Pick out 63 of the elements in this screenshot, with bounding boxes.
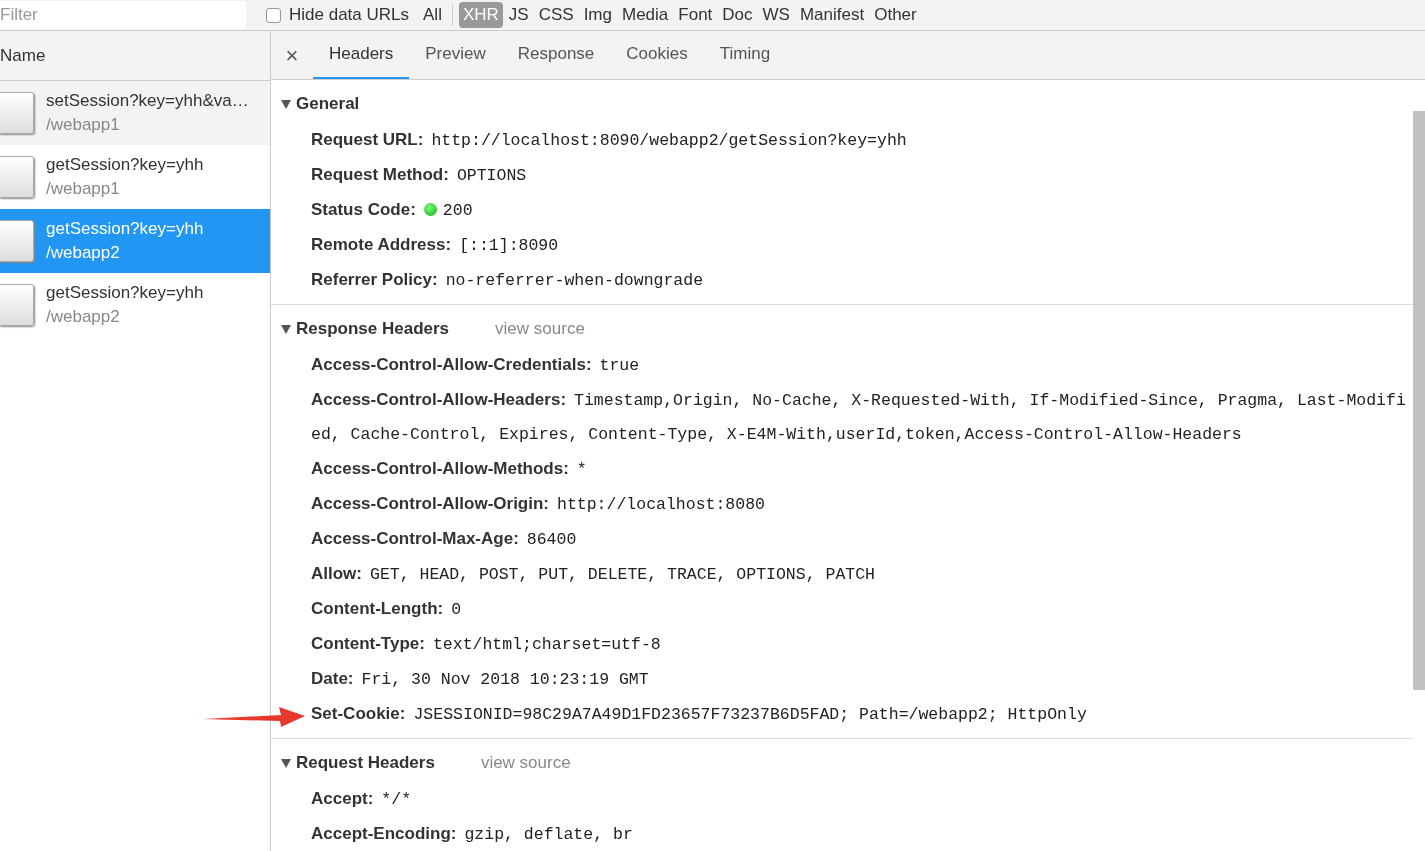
tab[interactable]: Cookies: [610, 31, 704, 79]
request-row[interactable]: setSession?key=yhh&va… /webapp1: [0, 81, 270, 145]
view-source-link[interactable]: view source: [495, 319, 585, 339]
header-line: Request Method: OPTIONS: [310, 164, 528, 187]
type-filter[interactable]: WS: [758, 2, 794, 28]
file-icon: [0, 156, 34, 198]
request-path: /webapp2: [46, 307, 121, 327]
header-line: Access-Control-Allow-Headers: Timestamp,Origin, No-Cache, X-Requested-With, If-Modified-Since, Pragma, Last-Modified, Cache-Control, Expires, Content-Type, X-E4M-With,userId,token,Access-Control-Allow-Headers: [310, 389, 1407, 446]
file-icon: [0, 220, 34, 262]
scrollbar[interactable]: [1413, 111, 1425, 690]
type-filter[interactable]: Other: [870, 2, 921, 28]
filter-field[interactable]: Filter: [0, 1, 246, 29]
triangle-icon[interactable]: [281, 324, 291, 334]
tab[interactable]: Response: [501, 31, 611, 79]
tab[interactable]: Timing: [703, 31, 787, 79]
type-filter[interactable]: Img: [579, 2, 616, 28]
request-path: /webapp1: [46, 115, 121, 135]
header-line: Access-Control-Allow-Methods: *: [310, 458, 588, 481]
file-icon: [0, 284, 34, 326]
header-line: Referrer Policy: no-referrer-when-downgrade: [310, 269, 705, 292]
checkbox-label: Hide data URLs: [289, 5, 409, 25]
request-name: getSession?key=yhh: [46, 219, 204, 239]
header-value: 200: [442, 201, 473, 220]
header-line: Allow: GET, HEAD, POST, PUT, DELETE, TRACE, OPTIONS, PATCH: [310, 563, 876, 586]
type-filter[interactable]: JS: [504, 2, 533, 28]
request-path: /webapp1: [46, 179, 121, 199]
request-name: getSession?key=yhh: [46, 283, 204, 303]
header-line: Access-Control-Max-Age: 86400: [310, 528, 578, 551]
type-filter[interactable]: Font: [674, 2, 717, 28]
section-title[interactable]: Response Headers: [296, 319, 450, 339]
request-row[interactable]: getSession?key=yhh /webapp1: [0, 145, 270, 209]
type-filter[interactable]: Doc: [718, 2, 757, 28]
checkbox[interactable]: [266, 7, 281, 23]
header-line: Date: Fri, 30 Nov 2018 10:23:19 GMT: [310, 668, 650, 691]
header-line: Content-Length: 0: [310, 598, 463, 621]
section-title[interactable]: Request Headers: [296, 753, 435, 773]
header-line: Set-Cookie: JSESSIONID=98C29A7A49D1FD23657F73237B6D5FAD; Path=/webapp2; HttpOnly: [310, 703, 1088, 726]
header-line: Accept-Encoding: gzip, deflate, br: [310, 823, 634, 846]
file-icon: [0, 92, 34, 134]
header-name: Status Code:: [311, 200, 416, 219]
column-header[interactable]: Name: [0, 45, 46, 66]
section-title[interactable]: General: [296, 94, 360, 114]
type-filter[interactable]: CSS: [534, 2, 578, 28]
close-button[interactable]: ×: [271, 33, 313, 79]
status-dot-icon: [423, 203, 437, 216]
header-line: Access-Control-Allow-Credentials: true: [310, 354, 641, 377]
view-source-link[interactable]: view source: [480, 753, 571, 773]
header-line: Request URL: http://localhost:8090/webapp2/getSession?key=yhh: [310, 129, 908, 152]
header-line: Access-Control-Allow-Origin: http://localhost:8080: [310, 493, 766, 516]
request-row[interactable]: getSession?key=yhh /webapp2: [0, 273, 270, 337]
header-line: Accept: */*: [310, 788, 413, 811]
tab[interactable]: Preview: [409, 31, 502, 79]
request-name: setSession?key=yhh&va…: [46, 91, 249, 111]
header-line: Remote Address: [::1]:8090: [310, 234, 560, 257]
tab[interactable]: Headers: [313, 31, 410, 79]
request-name: getSession?key=yhh: [46, 155, 204, 175]
triangle-icon[interactable]: [281, 99, 291, 109]
type-filter[interactable]: Manifest: [795, 2, 869, 28]
type-filter[interactable]: All: [419, 2, 446, 28]
triangle-icon[interactable]: [281, 758, 291, 768]
type-filter[interactable]: Media: [618, 2, 673, 28]
header-line: Content-Type: text/html;charset=utf-8: [310, 633, 662, 656]
request-path: /webapp2: [46, 243, 121, 263]
